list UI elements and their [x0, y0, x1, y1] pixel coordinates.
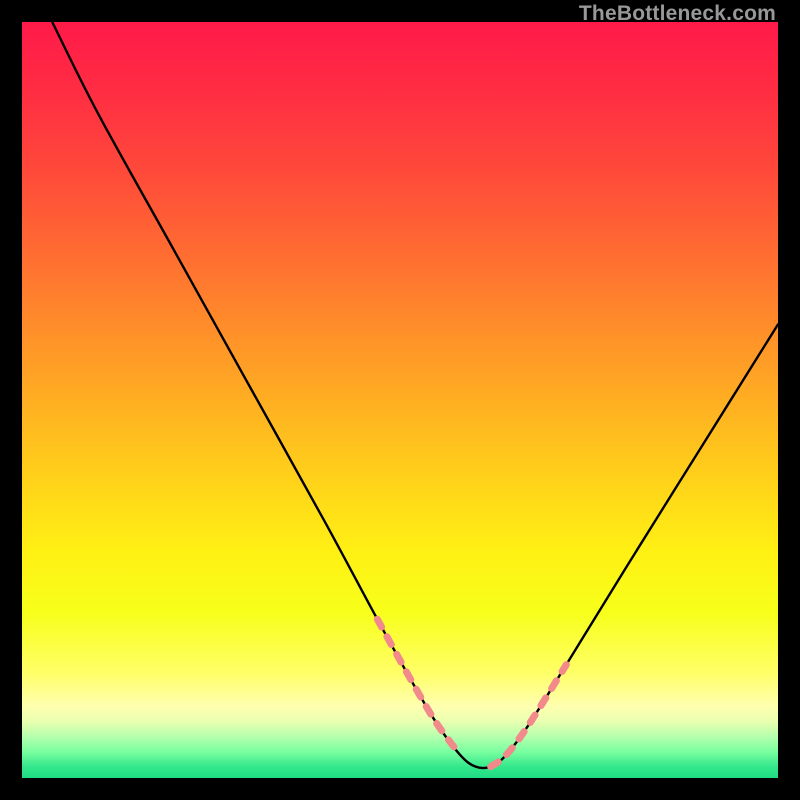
watermark-text: TheBottleneck.com — [579, 2, 776, 26]
plot-gradient-background — [22, 22, 778, 778]
chart-frame — [22, 22, 778, 778]
